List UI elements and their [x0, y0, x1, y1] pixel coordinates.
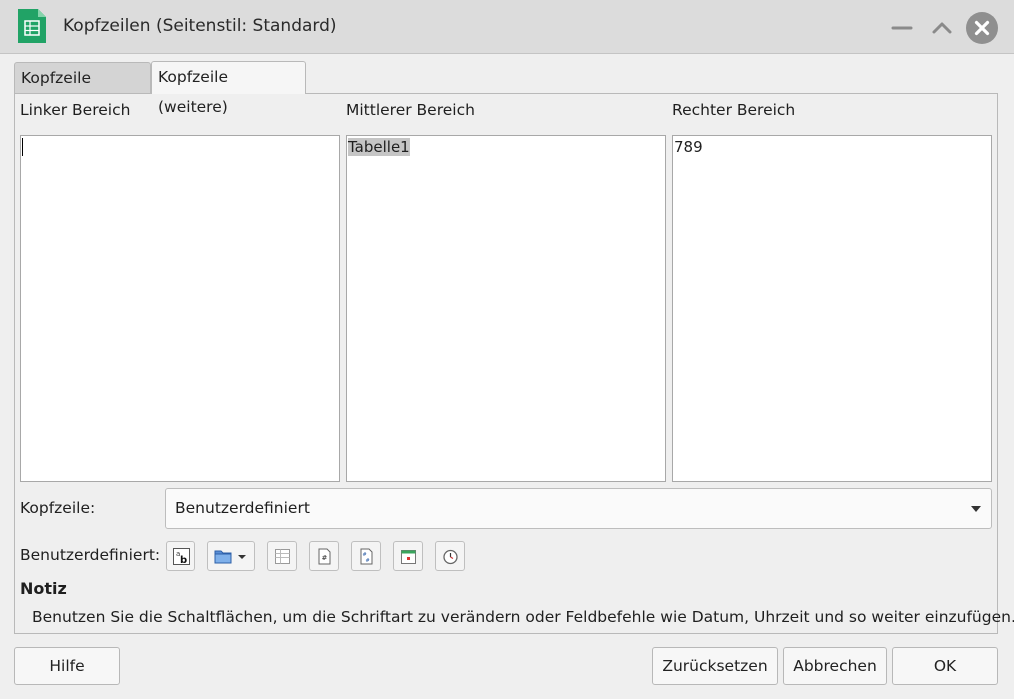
page-number-icon: # [318, 548, 331, 565]
title-bar: Kopfzeilen (Seitenstil: Standard) [0, 0, 1014, 54]
svg-text:#: # [322, 554, 328, 562]
right-area-text: 789 [674, 138, 703, 156]
ok-button[interactable]: OK [892, 647, 998, 685]
center-area-text: Tabelle1 [348, 138, 410, 156]
custom-label: Benutzerdefiniert: [20, 546, 161, 564]
tab-header-first[interactable]: Kopfzeile (erste) [14, 62, 151, 117]
text-cursor [22, 138, 23, 156]
center-area-label: Mittlerer Bereich [346, 101, 475, 119]
right-area-label: Rechter Bereich [672, 101, 796, 119]
right-area-editor[interactable]: 789 [672, 135, 992, 482]
folder-icon [214, 550, 246, 564]
reset-button[interactable]: Zurücksetzen [652, 647, 778, 685]
header-select[interactable]: Benutzerdefiniert [165, 488, 992, 529]
header-select-label: Kopfzeile: [20, 499, 96, 517]
cancel-button[interactable]: Abbrechen [783, 647, 887, 685]
close-icon[interactable] [966, 12, 998, 44]
svg-text:#: # [366, 558, 370, 564]
header-select-value: Benutzerdefiniert [175, 499, 310, 517]
window-title: Kopfzeilen (Seitenstil: Standard) [63, 16, 337, 36]
spreadsheet-icon [18, 9, 46, 43]
left-area-label: Linker Bereich [20, 101, 131, 119]
date-button[interactable] [393, 541, 423, 571]
calendar-icon [401, 550, 416, 564]
left-area-editor[interactable] [20, 135, 340, 482]
svg-text:b: b [180, 555, 187, 565]
center-area-editor[interactable]: Tabelle1 [346, 135, 666, 482]
page-number-button[interactable]: # [309, 541, 339, 571]
maximize-icon[interactable] [926, 12, 958, 44]
minimize-icon[interactable] [886, 12, 918, 44]
text-attributes-icon: a b [173, 548, 190, 565]
note-text: Benutzen Sie die Schaltflächen, um die S… [32, 608, 1014, 626]
sheet-name-button[interactable] [267, 541, 297, 571]
page-count-icon: # # [360, 548, 373, 565]
time-button[interactable] [435, 541, 465, 571]
clock-icon [443, 549, 458, 565]
sheet-icon [275, 549, 290, 564]
file-name-button[interactable] [207, 541, 255, 571]
tab-header-further[interactable]: Kopfzeile (weitere) [151, 61, 306, 116]
help-button[interactable]: Hilfe [14, 647, 120, 685]
note-title: Notiz [20, 579, 67, 598]
chevron-down-icon [971, 506, 981, 512]
text-attributes-button[interactable]: a b [166, 541, 195, 571]
page-count-button[interactable]: # # [351, 541, 381, 571]
